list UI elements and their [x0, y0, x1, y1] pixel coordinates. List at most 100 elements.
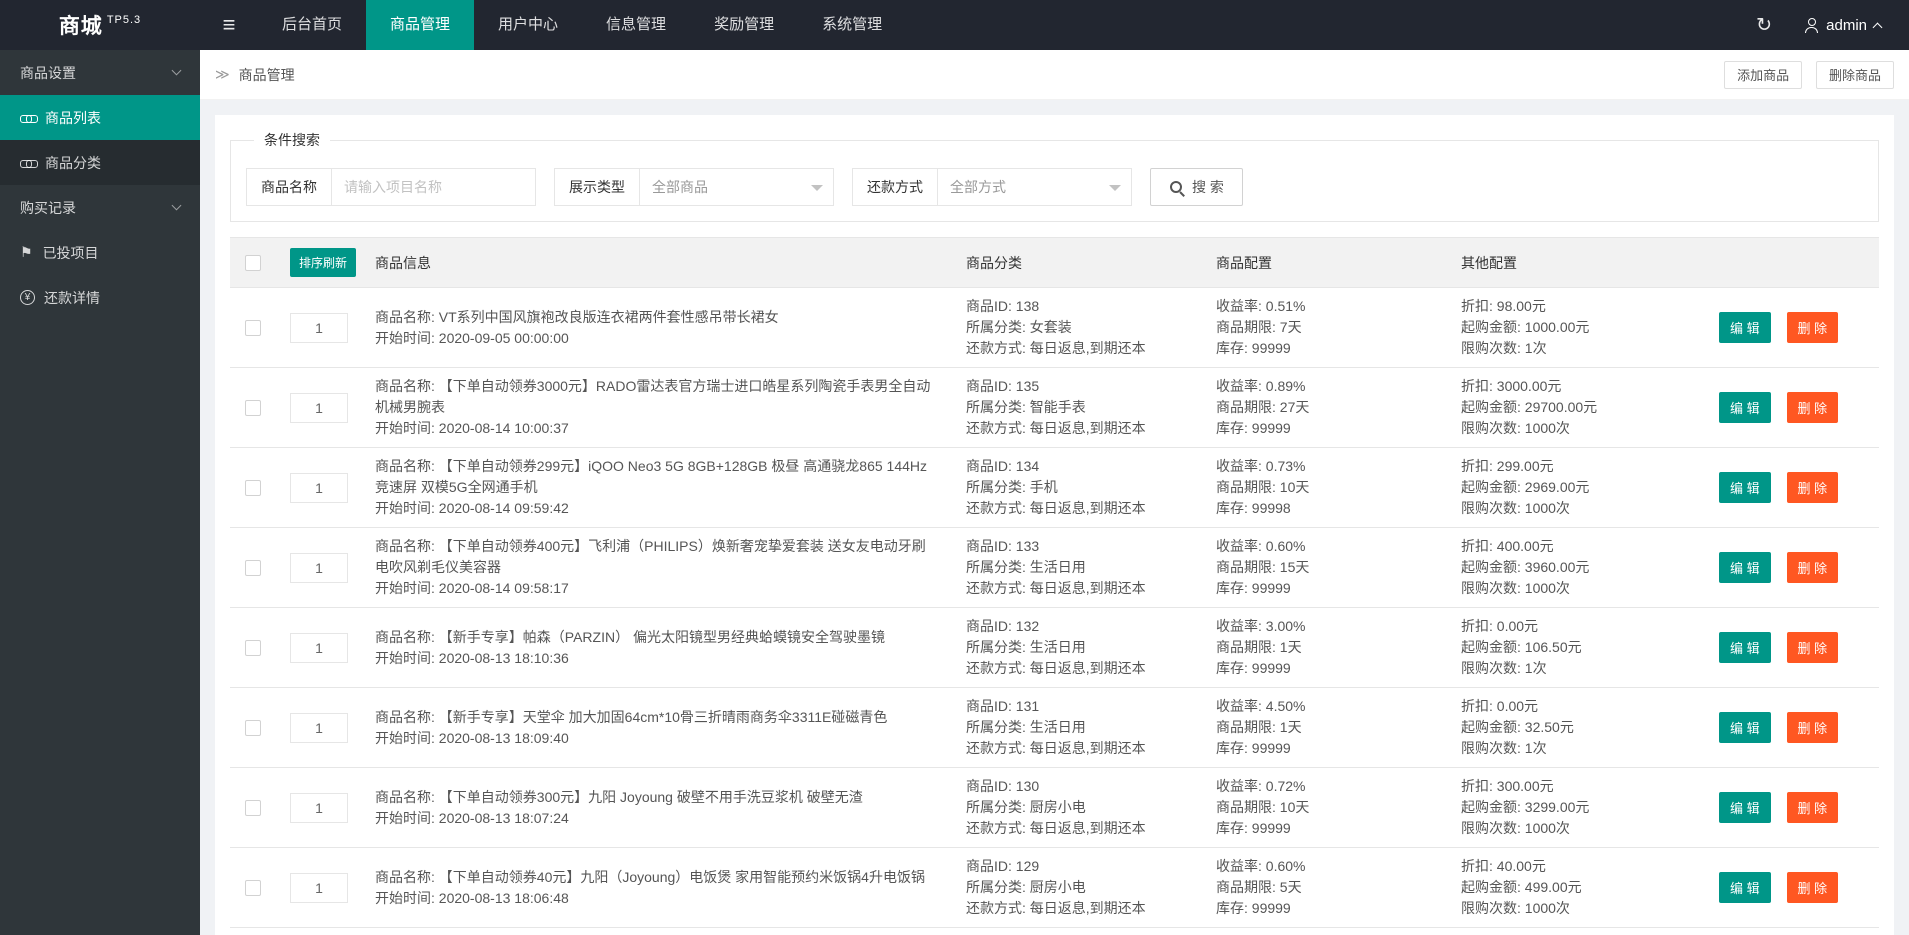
select-all-checkbox[interactable]	[245, 255, 261, 271]
product-id: 商品ID: 129	[966, 856, 1186, 877]
nav-item-user-center[interactable]: 用户中心	[474, 0, 582, 50]
search-button[interactable]: 搜 索	[1150, 168, 1243, 206]
sidebar-item-product-category[interactable]: 商品分类	[0, 140, 200, 185]
edit-button[interactable]: 编 辑	[1719, 472, 1771, 503]
display-type-label: 展示类型	[554, 168, 640, 206]
product-id: 商品ID: 132	[966, 616, 1186, 637]
edit-button[interactable]: 编 辑	[1719, 392, 1771, 423]
sort-refresh-button[interactable]: 排序刷新	[290, 248, 356, 277]
product-repay-method: 还款方式: 每日返息,到期还本	[966, 498, 1186, 519]
product-stock: 库存: 99998	[1216, 498, 1431, 519]
row-checkbox[interactable]	[245, 640, 261, 656]
delete-button[interactable]: 删 除	[1787, 472, 1839, 503]
sidebar-item-invested-projects[interactable]: ⚑ 已投项目	[0, 230, 200, 275]
nav-item-reward-admin[interactable]: 奖励管理	[690, 0, 798, 50]
product-min-amount: 起购金额: 499.00元	[1461, 877, 1689, 898]
sidebar-item-label: 商品列表	[45, 108, 101, 128]
refresh-icon[interactable]: ↻	[1736, 0, 1792, 50]
sidebar-group-label: 商品设置	[20, 63, 76, 83]
product-discount: 折扣: 40.00元	[1461, 856, 1689, 877]
delete-button[interactable]: 删 除	[1787, 392, 1839, 423]
product-name-input[interactable]	[331, 168, 536, 206]
product-name: 商品名称: 【新手专享】天堂伞 加大加固64cm*10骨三折晴雨商务伞3311E…	[375, 707, 936, 728]
product-stock: 库存: 99999	[1216, 898, 1431, 919]
nav-item-product-admin[interactable]: 商品管理	[366, 0, 474, 50]
delete-button[interactable]: 删 除	[1787, 712, 1839, 743]
edit-button[interactable]: 编 辑	[1719, 712, 1771, 743]
row-checkbox[interactable]	[245, 480, 261, 496]
sidebar-item-label: 还款详情	[44, 288, 100, 308]
main-area: ≫ 商品管理 添加商品 删除商品 条件搜索 商品名称 展示类型 全部商品	[200, 0, 1909, 935]
row-checkbox[interactable]	[245, 720, 261, 736]
product-name: 商品名称: VT系列中国风旗袍改良版连衣裙两件套性感吊带长裙女	[375, 307, 936, 328]
table-row: 商品名称: 【下单自动领券120元】苏泊尔(SUPOR)破壁机 榨汁机豆浆机果汁…	[230, 928, 1879, 935]
product-discount: 折扣: 300.00元	[1461, 776, 1689, 797]
add-product-button[interactable]: 添加商品	[1724, 61, 1802, 89]
sort-order-input[interactable]	[290, 713, 348, 743]
row-checkbox[interactable]	[245, 400, 261, 416]
product-id: 商品ID: 134	[966, 456, 1186, 477]
sort-order-input[interactable]	[290, 793, 348, 823]
product-discount: 折扣: 400.00元	[1461, 536, 1689, 557]
product-category: 所属分类: 厨房小电	[966, 877, 1186, 898]
display-type-group: 展示类型 全部商品	[554, 168, 834, 206]
product-id: 商品ID: 131	[966, 696, 1186, 717]
nav-item-system-admin[interactable]: 系统管理	[798, 0, 906, 50]
edit-button[interactable]: 编 辑	[1719, 632, 1771, 663]
row-checkbox[interactable]	[245, 800, 261, 816]
sidebar-item-repayment-details[interactable]: ¥ 还款详情	[0, 275, 200, 320]
delete-button[interactable]: 删 除	[1787, 632, 1839, 663]
search-legend: 条件搜索	[254, 130, 330, 150]
menu-toggle-icon[interactable]: ≡	[200, 0, 258, 50]
repay-method-select[interactable]: 全部方式	[937, 168, 1132, 206]
product-purchase-limit: 限购次数: 1000次	[1461, 898, 1689, 919]
sort-order-input[interactable]	[290, 473, 348, 503]
user-menu[interactable]: admin	[1792, 0, 1909, 50]
product-stock: 库存: 99999	[1216, 658, 1431, 679]
delete-product-button[interactable]: 删除商品	[1816, 61, 1894, 89]
edit-button[interactable]: 编 辑	[1719, 872, 1771, 903]
product-category: 所属分类: 厨房小电	[966, 797, 1186, 818]
header-product-category: 商品分类	[951, 238, 1201, 288]
sidebar-group-product-settings[interactable]: 商品设置	[0, 50, 200, 95]
delete-button[interactable]: 删 除	[1787, 552, 1839, 583]
product-repay-method: 还款方式: 每日返息,到期还本	[966, 738, 1186, 759]
sort-order-input[interactable]	[290, 553, 348, 583]
username: admin	[1826, 17, 1867, 34]
row-checkbox[interactable]	[245, 320, 261, 336]
breadcrumb-actions: 添加商品 删除商品	[1714, 61, 1894, 89]
sidebar-group-label: 购买记录	[20, 198, 76, 218]
nav-item-dashboard[interactable]: 后台首页	[258, 0, 366, 50]
product-period: 商品期限: 27天	[1216, 397, 1431, 418]
edit-button[interactable]: 编 辑	[1719, 792, 1771, 823]
sort-order-input[interactable]	[290, 313, 348, 343]
search-fieldset: 条件搜索 商品名称 展示类型 全部商品 还款方式 全部方式	[230, 130, 1879, 222]
row-checkbox[interactable]	[245, 560, 261, 576]
product-repay-method: 还款方式: 每日返息,到期还本	[966, 818, 1186, 839]
table-row: 商品名称: 【下单自动领券300元】九阳 Joyoung 破壁不用手洗豆浆机 破…	[230, 768, 1879, 848]
sort-order-input[interactable]	[290, 393, 348, 423]
chevron-down-icon	[172, 201, 182, 211]
sidebar-group-purchase-records[interactable]: 购买记录	[0, 185, 200, 230]
edit-button[interactable]: 编 辑	[1719, 552, 1771, 583]
sort-order-input[interactable]	[290, 633, 348, 663]
product-min-amount: 起购金额: 32.50元	[1461, 717, 1689, 738]
edit-button[interactable]: 编 辑	[1719, 312, 1771, 343]
delete-button[interactable]: 删 除	[1787, 792, 1839, 823]
product-stock: 库存: 99999	[1216, 578, 1431, 599]
nav-item-info-admin[interactable]: 信息管理	[582, 0, 690, 50]
sidebar-item-product-list[interactable]: 商品列表	[0, 95, 200, 140]
delete-button[interactable]: 删 除	[1787, 312, 1839, 343]
product-start-time: 开始时间: 2020-09-05 00:00:00	[375, 328, 936, 349]
product-discount: 折扣: 98.00元	[1461, 296, 1689, 317]
delete-button[interactable]: 删 除	[1787, 872, 1839, 903]
display-type-select[interactable]: 全部商品	[639, 168, 834, 206]
row-checkbox[interactable]	[245, 880, 261, 896]
sort-order-input[interactable]	[290, 873, 348, 903]
chevron-down-icon	[1109, 185, 1121, 197]
breadcrumb-icon: ≫	[215, 66, 230, 83]
product-name: 商品名称: 【下单自动领券40元】九阳（Joyoung）电饭煲 家用智能预约米饭…	[375, 867, 936, 888]
product-stock: 库存: 99999	[1216, 818, 1431, 839]
table-row: 商品名称: 【新手专享】帕森（PARZIN） 偏光太阳镜型男经典蛤蟆镜安全驾驶墨…	[230, 608, 1879, 688]
chevron-down-icon	[811, 185, 823, 197]
